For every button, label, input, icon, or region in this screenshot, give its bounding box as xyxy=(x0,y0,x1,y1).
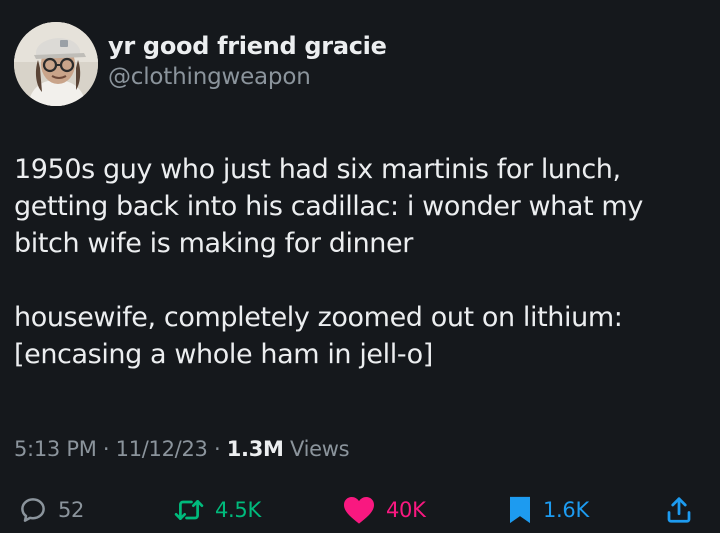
reply-button[interactable]: 52 xyxy=(18,490,84,530)
display-name[interactable]: yr good friend gracie xyxy=(108,32,387,60)
repost-arrows-icon xyxy=(174,500,204,520)
tweet-date[interactable]: 11/12/23 xyxy=(116,437,208,461)
speech-bubble-icon xyxy=(21,498,45,522)
meta-separator: · xyxy=(96,437,116,461)
tweet-time[interactable]: 5:13 PM xyxy=(14,437,97,461)
user-handle[interactable]: @clothingweapon xyxy=(108,64,387,90)
tweet-paragraph-2: housewife, completely zoomed out on lith… xyxy=(14,302,623,370)
tweet-text: 1950s guy who just had six martinis for … xyxy=(14,151,714,373)
meta-separator: · xyxy=(207,437,227,461)
tweet-header: yr good friend gracie @clothingweapon xyxy=(14,22,387,106)
avatar[interactable] xyxy=(14,22,98,106)
share-button[interactable] xyxy=(664,490,694,530)
repost-count: 4.5K xyxy=(215,498,261,522)
views-count: 1.3M xyxy=(226,437,284,461)
share-icon xyxy=(667,497,691,523)
bookmark-button[interactable]: 1.6K xyxy=(507,490,589,530)
repost-button[interactable]: 4.5K xyxy=(173,490,261,530)
action-bar: 52 4.5K 40K 1.6K xyxy=(0,490,720,530)
like-count: 40K xyxy=(386,498,426,522)
bookmark-icon xyxy=(510,496,530,524)
reply-count: 52 xyxy=(58,498,85,522)
avatar-photo xyxy=(14,22,98,106)
like-button[interactable]: 40K xyxy=(342,490,426,530)
views-label: Views xyxy=(283,437,350,461)
heart-icon xyxy=(344,497,374,524)
tweet-meta: 5:13 PM · 11/12/23 · 1.3M Views xyxy=(14,437,350,461)
tweet-paragraph-1: 1950s guy who just had six martinis for … xyxy=(14,154,643,259)
user-names: yr good friend gracie @clothingweapon xyxy=(108,32,387,90)
bookmark-count: 1.6K xyxy=(543,498,589,522)
